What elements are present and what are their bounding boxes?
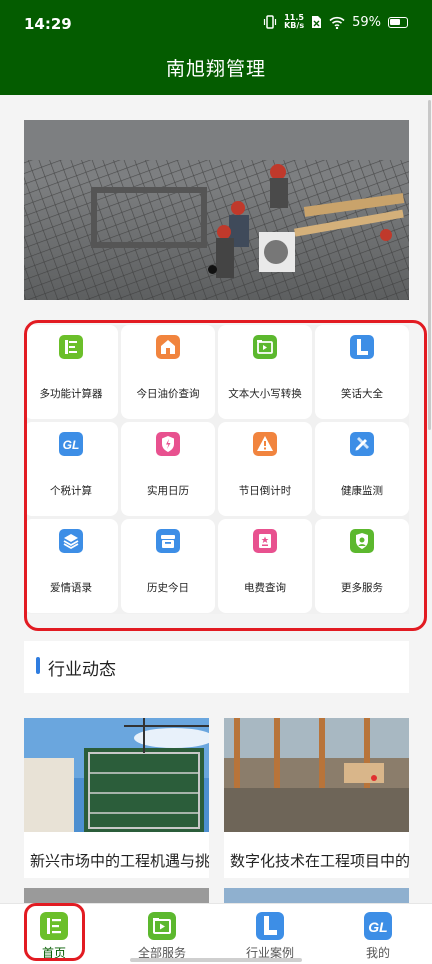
news-thumbnail [224, 718, 409, 832]
tab-profile[interactable]: GL 我的 [324, 904, 432, 964]
section-accent-bar [36, 657, 40, 674]
gesture-bar[interactable] [130, 958, 302, 962]
app-header: 南旭翔管理 [0, 50, 432, 95]
status-bar: 14:29 11.5 KB/s 59% [0, 0, 432, 50]
highlight-outline-home-tab [24, 903, 85, 961]
letter-l-icon [256, 912, 284, 940]
news-thumbnail [24, 718, 209, 832]
news-title: 数字化技术在工程项目中的应用 [230, 852, 409, 870]
news-title: 新兴市场中的工程机遇与挑战 [30, 852, 209, 870]
industry-news-header: 行业动态 [24, 641, 409, 693]
tab-industry-cases[interactable]: 行业案例 [216, 904, 324, 964]
news-card[interactable]: 数字化技术在工程项目中的应用 [224, 718, 409, 878]
speed-unit: KB/s [284, 21, 305, 30]
battery-percent: 59% [352, 14, 381, 30]
banner-carousel[interactable] [24, 120, 409, 300]
tab-label: 我的 [365, 946, 390, 960]
sim-off-icon [312, 16, 322, 28]
gl-icon: GL [364, 912, 392, 940]
scrollbar[interactable] [428, 100, 431, 430]
status-icons: 11.5 KB/s 59% [263, 14, 408, 30]
section-title: 行业动态 [48, 660, 116, 680]
media-icon [148, 912, 176, 940]
status-time: 14:29 [24, 15, 72, 33]
wifi-icon [329, 16, 345, 29]
page-title: 南旭翔管理 [165, 58, 266, 80]
news-card[interactable]: 新兴市场中的工程机遇与挑战 [24, 718, 209, 878]
highlight-outline-services [24, 320, 427, 631]
battery-icon [388, 16, 408, 28]
vibrate-icon [264, 15, 277, 29]
tab-all-services[interactable]: 全部服务 [108, 904, 216, 964]
network-speed: 11.5 KB/s [284, 14, 304, 30]
banner-image [24, 120, 409, 300]
carousel-indicator[interactable] [208, 265, 217, 274]
svg-text:GL: GL [368, 919, 387, 935]
